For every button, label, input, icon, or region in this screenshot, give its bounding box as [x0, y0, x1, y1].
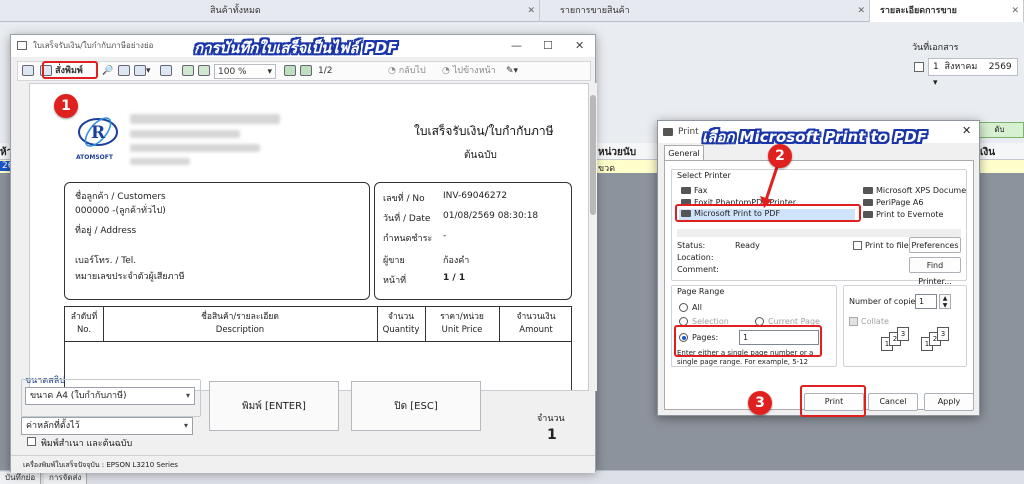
cancel-button[interactable]: Cancel — [868, 393, 918, 411]
first-page-icon[interactable] — [284, 64, 296, 79]
tab-sales-detail[interactable]: รายละเอียดการขาย ✕ — [870, 0, 1024, 22]
step-badge-2: 2 — [768, 144, 792, 168]
tab-general[interactable]: General — [664, 145, 704, 161]
status-bar: เครื่องพิมพ์ใบเสร็จปัจจุบัน : EPSON L321… — [11, 455, 595, 473]
close-icon[interactable]: ✕ — [1011, 0, 1019, 22]
radio-all[interactable] — [679, 303, 688, 312]
printer-xps[interactable]: Microsoft XPS Docume — [863, 186, 966, 195]
col-no: ลำดับที่ No. — [70, 312, 98, 335]
document-preview: R ATOMSOFT ใบเสร็จรับเงิน/ใบกำกับภาษี ต้… — [29, 83, 589, 391]
page-setup-icon[interactable] — [160, 64, 172, 79]
slip-size-select[interactable]: ขนาด A4 (ใบกำกับภาษี) ▾ — [25, 387, 195, 405]
tab-sales-list[interactable]: รายการขายสินค้า ✕ — [540, 0, 870, 22]
default-settings-select[interactable]: ค่าหลักที่ตั้งไว้ ▾ — [21, 417, 193, 435]
close-icon[interactable]: ✕ — [962, 124, 971, 137]
blurred-company-phone — [130, 158, 190, 165]
printer-icon — [863, 199, 873, 206]
quantity-value: 1 — [547, 427, 557, 443]
zoom-in-icon[interactable] — [198, 64, 210, 79]
doc-date-checkbox[interactable] — [914, 62, 924, 72]
blurred-company-address — [130, 144, 260, 152]
close-icon[interactable]: ✕ — [575, 39, 584, 52]
export-icon[interactable] — [22, 64, 34, 79]
preview-scrollbar[interactable] — [589, 83, 597, 391]
document-title: ใบเสร็จรับเงิน/ใบกำกับภาษี — [414, 124, 554, 138]
print-to-file-checkbox[interactable] — [853, 241, 862, 250]
multi-page-icon[interactable]: ▾ — [134, 64, 151, 79]
printer-icon — [681, 187, 691, 194]
blurred-company-address — [130, 130, 240, 138]
printer-icon — [863, 211, 873, 218]
heading-choose-printer: เลือก Microsoft Print to PDF — [702, 128, 927, 146]
copies-stepper[interactable]: ▲ ▼ — [939, 294, 951, 309]
printer-fax[interactable]: Fax — [681, 186, 708, 195]
collate-pages-icon: 123 — [921, 327, 955, 357]
find-printer-button[interactable]: Find Printer... — [909, 257, 961, 286]
col-amount: จำนวนเงิน Amount — [516, 312, 556, 335]
chevron-down-icon: ▾ — [185, 391, 190, 400]
maximize-icon[interactable]: ☐ — [543, 39, 553, 52]
preferences-button[interactable]: Preferences — [909, 237, 961, 253]
collate-checkbox[interactable] — [849, 317, 858, 326]
doc-date-label: วันที่เอกสาร — [912, 43, 959, 53]
forward-button[interactable]: ◔ ไปข้างหน้า — [442, 64, 496, 79]
printer-icon — [863, 187, 873, 194]
col-description: ชื่อสินค้า/รายละเอียด Description — [201, 312, 279, 335]
blurred-company-name — [130, 114, 280, 124]
svg-text:R: R — [91, 123, 106, 143]
printer-peripage[interactable]: PeriPage A6 — [863, 198, 923, 207]
print-enter-button[interactable]: พิมพ์ [ENTER] — [209, 381, 339, 431]
logo-text: ATOMSOFT — [76, 154, 113, 161]
highlight-page-range — [674, 325, 822, 357]
back-button[interactable]: ◔ กลับไป — [388, 64, 426, 79]
apply-button[interactable]: Apply — [924, 393, 974, 411]
customer-box: ชื่อลูกค้า / Customers 000000 -(ลูกค้าทั… — [64, 182, 370, 300]
app-icon — [17, 41, 27, 50]
printer-list-scrollbar[interactable] — [677, 229, 961, 237]
col-quantity: จำนวน Quantity — [382, 312, 420, 335]
document-subtitle: ต้นฉบับ — [464, 150, 497, 161]
close-icon[interactable]: ✕ — [527, 0, 535, 22]
chevron-down-icon: ▾ — [933, 78, 938, 88]
general-tab-panel: Select Printer Fax Foxit PhantomPDF Prin… — [664, 160, 974, 410]
print-to-file-label: Print to file — [865, 241, 909, 250]
zoom-select[interactable]: 100 % ▾ — [214, 64, 276, 79]
atomsoft-logo: R — [78, 117, 118, 147]
chevron-down-icon: ▾ — [267, 67, 272, 77]
back-icon: ◔ — [388, 66, 396, 76]
highlight-print-button — [800, 385, 866, 417]
copies-input[interactable]: 1 — [915, 294, 937, 309]
single-page-icon[interactable] — [118, 64, 130, 79]
chevron-down-icon: ▾ — [183, 421, 188, 430]
pencil-icon: ✎ — [506, 66, 514, 76]
tab-all-products[interactable]: สินค้าทั้งหมด ✕ — [190, 0, 540, 22]
minimize-icon[interactable]: — — [511, 39, 522, 52]
close-esc-button[interactable]: ปิด [ESC] — [351, 381, 481, 431]
close-icon[interactable]: ✕ — [857, 0, 865, 22]
confirm-button[interactable]: ดับ — [975, 122, 1024, 138]
print-preview-window: ใบเสร็จรับเงิน/ใบกำกับภาษีอย่างย่อ — ☐ ✕… — [10, 34, 597, 473]
doc-date-picker[interactable]: 1 สิงหาคม 2569 ▾ — [928, 58, 1018, 88]
forward-icon: ◔ — [442, 66, 450, 76]
step-badge-3: 3 — [748, 391, 772, 415]
print-dialog: Print ✕ General Select Printer Fax Foxit… — [657, 120, 980, 416]
heading-save-as-pdf: การบันทึกใบเสร็จเป็นไฟล์ PDF — [194, 39, 398, 57]
settings-dropdown[interactable]: ✎▾ — [506, 64, 518, 79]
quantity-label: จำนวน — [537, 414, 565, 424]
highlight-print-toolbar — [42, 61, 98, 79]
col-unit-price: ราคา/หน่วย Unit Price — [440, 312, 484, 335]
step-badge-1: 1 — [54, 94, 78, 118]
printer-icon — [663, 128, 673, 136]
invoice-info-box: เลขที่ / No INV-69046272 วันที่ / Date 0… — [374, 182, 572, 300]
print-copy-checkbox[interactable] — [27, 437, 36, 446]
preview-toolbar: สั่งพิมพ์ 🔎 ▾ 100 % ▾ 1/2 ◔ กลับไป ◔ ไปข้… — [17, 61, 591, 81]
printer-evernote[interactable]: Print to Evernote — [863, 210, 943, 219]
prev-page-icon[interactable] — [300, 64, 312, 79]
print-copy-label: พิมพ์สำเนา และต้นฉบับ — [41, 439, 133, 449]
collate-pages-icon: 123 — [881, 327, 915, 357]
page-indicator: 1/2 — [318, 66, 333, 76]
zoom-out-icon[interactable] — [182, 64, 194, 79]
binoculars-icon[interactable]: 🔎 — [102, 64, 113, 79]
items-table: ลำดับที่ No. ชื่อสินค้า/รายละเอียด Descrip… — [64, 306, 572, 342]
